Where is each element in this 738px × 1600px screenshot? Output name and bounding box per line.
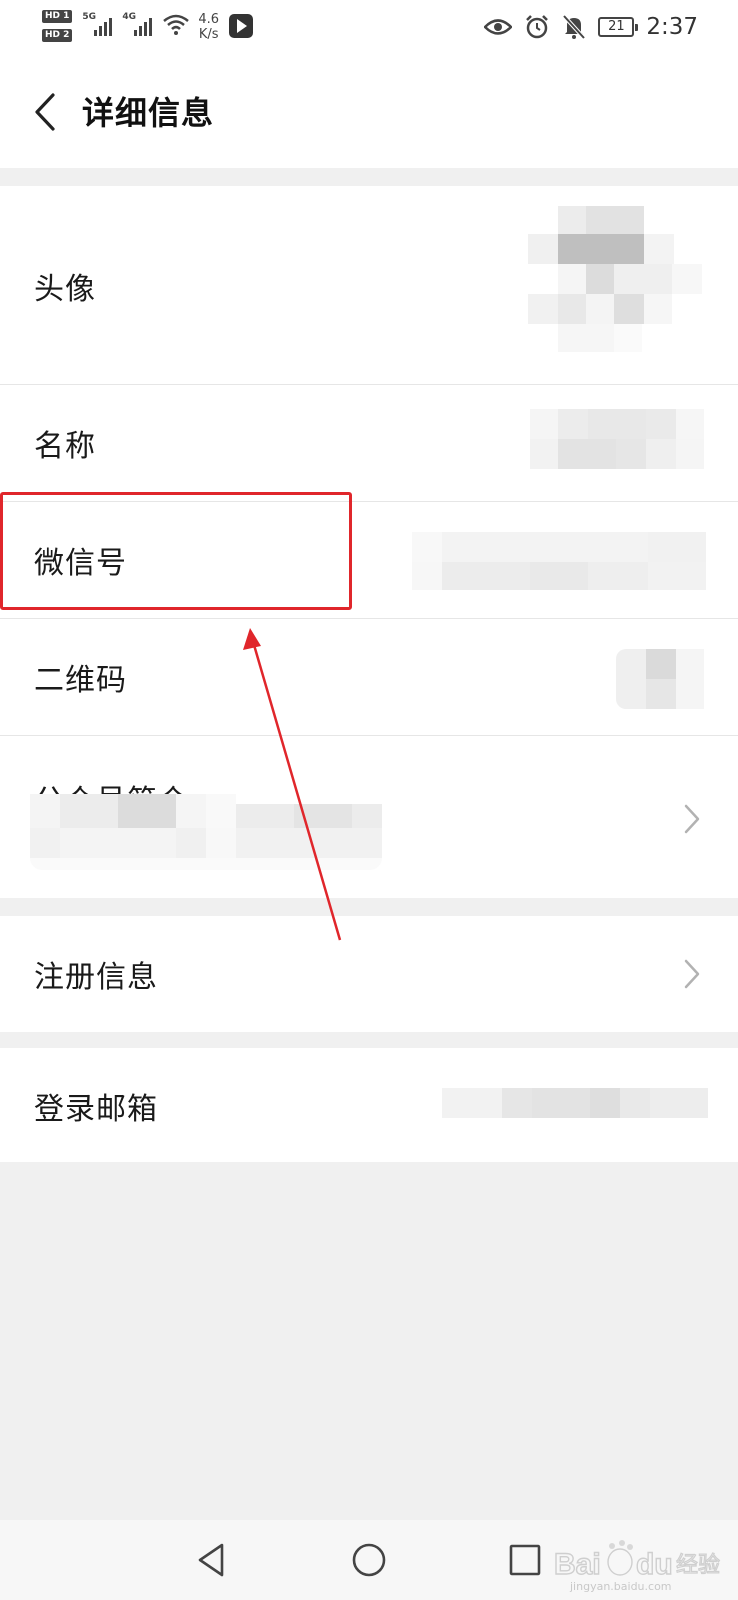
- row-name[interactable]: 名称: [0, 385, 738, 501]
- nav-recents-icon[interactable]: [503, 1538, 547, 1582]
- email-value-blurred: [442, 1088, 708, 1120]
- chevron-right-icon: [684, 804, 700, 834]
- battery-icon: 21: [598, 17, 639, 37]
- login-section: 登录邮箱: [0, 1048, 738, 1162]
- speed-value: 4.6: [198, 12, 220, 27]
- row-wechat-id[interactable]: 微信号: [0, 502, 738, 618]
- signal-icon: 4G: [122, 10, 156, 36]
- hd-indicators: HD 1 HD 2: [42, 10, 73, 42]
- signal-icon: 5G: [82, 10, 116, 36]
- alarm-icon: [526, 15, 549, 39]
- row-login-email[interactable]: 登录邮箱: [0, 1048, 738, 1162]
- status-bar: HD 1 HD 2 5G 4G 4.6 K/s 21 2:37: [0, 0, 738, 58]
- avatar: [528, 206, 704, 354]
- wifi-icon: [163, 14, 190, 35]
- mute-icon: [562, 14, 586, 40]
- profile-section: 头像 名称 微信号 二维码: [0, 186, 738, 898]
- intro-text-blurred: [30, 794, 384, 876]
- status-right: 21 2:37: [484, 12, 698, 42]
- row-qr-code[interactable]: 二维码: [0, 619, 738, 735]
- name-value-blurred: [530, 409, 706, 471]
- watermark-url: jingyan.baidu.com: [570, 1580, 672, 1593]
- wechat-id-value-blurred: [412, 532, 708, 592]
- eye-icon: [484, 19, 513, 35]
- row-label: 登录邮箱: [34, 1092, 158, 1127]
- app-notification-icon: [229, 14, 254, 38]
- battery-level: 21: [608, 19, 625, 34]
- row-label: 注册信息: [34, 960, 158, 995]
- row-label: 名称: [34, 429, 96, 464]
- title-bar: 详细信息: [0, 58, 738, 168]
- row-registration-info[interactable]: 注册信息: [0, 916, 738, 1032]
- status-time: 2:37: [646, 14, 698, 40]
- row-avatar[interactable]: 头像: [0, 186, 738, 384]
- row-account-intro[interactable]: 公众号简介: [0, 736, 738, 898]
- registration-section: 注册信息: [0, 916, 738, 1032]
- status-left: HD 1 HD 2 5G 4G 4.6 K/s: [42, 10, 254, 50]
- network-speed: 4.6 K/s: [198, 12, 219, 42]
- nav-home-icon[interactable]: [347, 1538, 391, 1582]
- qr-code-thumbnail: [616, 649, 706, 709]
- row-label: 二维码: [34, 663, 127, 698]
- hd2-badge: HD 2: [42, 29, 73, 42]
- chevron-left-icon: [35, 93, 55, 131]
- nav-back-icon[interactable]: [190, 1538, 234, 1582]
- back-button[interactable]: [20, 84, 70, 140]
- speed-unit: K/s: [198, 27, 219, 42]
- page-title: 详细信息: [82, 94, 215, 132]
- row-label: 头像: [34, 272, 96, 307]
- hd1-badge: HD 1: [42, 10, 73, 23]
- row-label: 微信号: [34, 546, 127, 581]
- chevron-right-icon: [684, 959, 700, 989]
